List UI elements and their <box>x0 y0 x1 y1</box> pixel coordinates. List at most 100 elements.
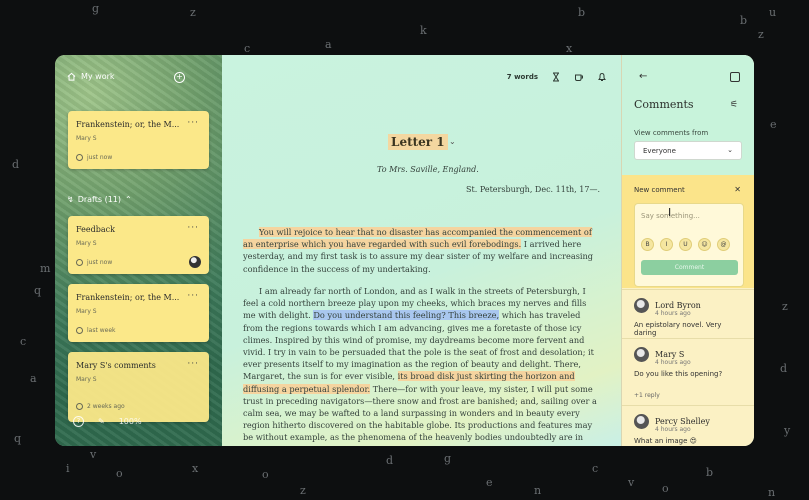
commenter-name: Mary S <box>655 350 685 359</box>
filter-sliders-icon[interactable]: ⚟ <box>730 100 738 110</box>
reply-count-link[interactable]: +1 reply <box>634 392 743 399</box>
card-author: Mary S <box>76 240 97 247</box>
place-date: St. Petersburgh, Dec. 11th, 17—. <box>466 185 600 194</box>
document-card[interactable]: Feedback ··· Mary S just now <box>68 216 209 274</box>
view-from-select[interactable]: Everyone ⌄ <box>634 141 742 160</box>
chevron-down-icon[interactable]: ⌄ <box>449 137 456 146</box>
submit-comment-button[interactable]: Comment <box>641 260 738 275</box>
document-card[interactable]: Frankenstein; or, the M... ··· Mary S la… <box>68 284 209 342</box>
card-time: just now <box>76 259 112 266</box>
avatar <box>634 298 649 313</box>
drafts-icon: ↯ <box>67 195 74 204</box>
more-options-icon[interactable]: ··· <box>187 223 199 233</box>
bg-letter: d <box>12 158 20 171</box>
bg-letter: k <box>420 24 427 37</box>
comments-panel: ← Comments ⚟ View comments from Everyone… <box>621 55 754 446</box>
bg-letter: o <box>116 467 123 480</box>
bg-letter: m <box>40 262 51 275</box>
bg-letter: d <box>386 454 394 467</box>
card-time-text: just now <box>87 154 113 161</box>
card-author: Mary S <box>76 135 97 142</box>
card-title: Feedback <box>76 225 115 234</box>
drafts-section-header[interactable]: ↯ Drafts (11) ⌃ <box>67 195 132 204</box>
emoji-button[interactable]: ☺ <box>698 238 711 251</box>
editor: 7 words Letter 1 ⌄ To Mrs. Saville, Engl… <box>222 55 621 446</box>
view-from-label: View comments from <box>634 129 709 137</box>
comment-item[interactable]: Mary S 4 hours ago Do you like this open… <box>622 338 754 407</box>
bg-letter: b <box>706 466 714 479</box>
comment-input[interactable]: Say something... I B I U ☺ @ Comment <box>634 203 744 287</box>
home-icon <box>67 72 76 81</box>
italic-button[interactable]: I <box>660 238 673 251</box>
comment-text: An epistolary novel. Very daring <box>634 321 722 337</box>
bg-letter: c <box>592 462 599 475</box>
comment-time: 4 hours ago <box>655 426 691 433</box>
bg-letter: e <box>486 476 493 489</box>
bg-letter: v <box>628 476 635 489</box>
paragraph-2[interactable]: I am already far north of London, and as… <box>243 285 600 446</box>
notifications-icon[interactable] <box>597 72 607 82</box>
my-work-nav[interactable]: My work <box>67 72 115 81</box>
clock-icon <box>76 327 83 334</box>
bg-letter: i <box>66 462 70 475</box>
sidebar: My work + Frankenstein; or, the M... ···… <box>55 55 222 446</box>
hourglass-icon[interactable] <box>551 72 561 82</box>
avatar <box>634 414 649 429</box>
zoom-level[interactable]: 100% <box>119 417 142 426</box>
add-document-button[interactable]: + <box>174 72 185 83</box>
bg-letter: o <box>662 482 669 495</box>
document-card[interactable]: Frankenstein; or, the M... ··· Mary S ju… <box>68 111 209 169</box>
card-time-text: just now <box>87 259 113 266</box>
comment-item[interactable]: Lord Byron 4 hours ago An epistolary nov… <box>622 289 754 345</box>
card-title: Frankenstein; or, the M... <box>76 120 180 129</box>
underline-button[interactable]: U <box>679 238 692 251</box>
avatar <box>634 347 649 362</box>
card-author: Mary S <box>76 308 97 315</box>
bg-letter: x <box>192 462 199 475</box>
card-time-text: last week <box>87 327 116 334</box>
bg-letter: n <box>768 486 776 499</box>
more-options-icon[interactable]: ··· <box>187 118 199 128</box>
plus-icon: + <box>176 72 183 81</box>
comments-title: Comments <box>634 98 694 111</box>
bg-letter: e <box>770 118 777 131</box>
comment-item[interactable]: Percy Shelley 4 hours ago What an image … <box>622 405 754 446</box>
bg-letter: o <box>262 468 269 481</box>
close-icon[interactable]: ✕ <box>734 185 741 194</box>
document-card[interactable]: Mary S's comments ··· Mary S 2 weeks ago <box>68 352 209 422</box>
commenter-name: Lord Byron <box>655 301 701 310</box>
mention-button[interactable]: @ <box>717 238 730 251</box>
panel-toggle-icon[interactable] <box>730 72 740 82</box>
more-options-icon[interactable]: ··· <box>187 359 199 369</box>
more-options-icon[interactable]: ··· <box>187 291 199 301</box>
bg-letter: z <box>758 28 764 41</box>
card-time: just now <box>76 154 112 161</box>
card-author: Mary S <box>76 376 97 383</box>
back-arrow-icon[interactable]: ← <box>639 71 647 82</box>
comment-time: 4 hours ago <box>655 359 691 366</box>
drafts-label: Drafts (11) <box>77 195 121 204</box>
bg-letter: g <box>92 2 100 15</box>
new-comment-section: New comment ✕ Say something... I B I U ☺… <box>622 175 754 288</box>
bg-letter: x <box>566 42 573 55</box>
chevron-up-icon: ⌃ <box>125 195 132 204</box>
bg-letter: q <box>14 432 22 445</box>
bold-button[interactable]: B <box>641 238 654 251</box>
bg-letter: u <box>769 6 777 19</box>
bg-letter: b <box>740 14 748 27</box>
paragraph-1[interactable]: You will rejoice to hear that no disaste… <box>243 226 600 275</box>
coffee-cup-icon[interactable] <box>574 72 584 82</box>
card-time: 2 weeks ago <box>76 403 125 410</box>
bg-letter: c <box>244 42 251 55</box>
bg-letter: z <box>300 484 306 497</box>
app-window: My work + Frankenstein; or, the M... ···… <box>55 55 754 446</box>
commenter-name: Percy Shelley <box>655 417 710 426</box>
brush-icon[interactable]: ✎ <box>98 417 105 426</box>
selected-text[interactable]: Do you understand this feeling? This bre… <box>313 310 500 321</box>
card-title: Mary S's comments <box>76 361 156 370</box>
help-icon[interactable]: ? <box>73 416 84 427</box>
bg-letter: d <box>780 362 788 375</box>
comment-text: Do you like this opening? <box>634 370 723 378</box>
document-title[interactable]: Letter 1 <box>388 134 448 150</box>
clock-icon <box>76 259 83 266</box>
